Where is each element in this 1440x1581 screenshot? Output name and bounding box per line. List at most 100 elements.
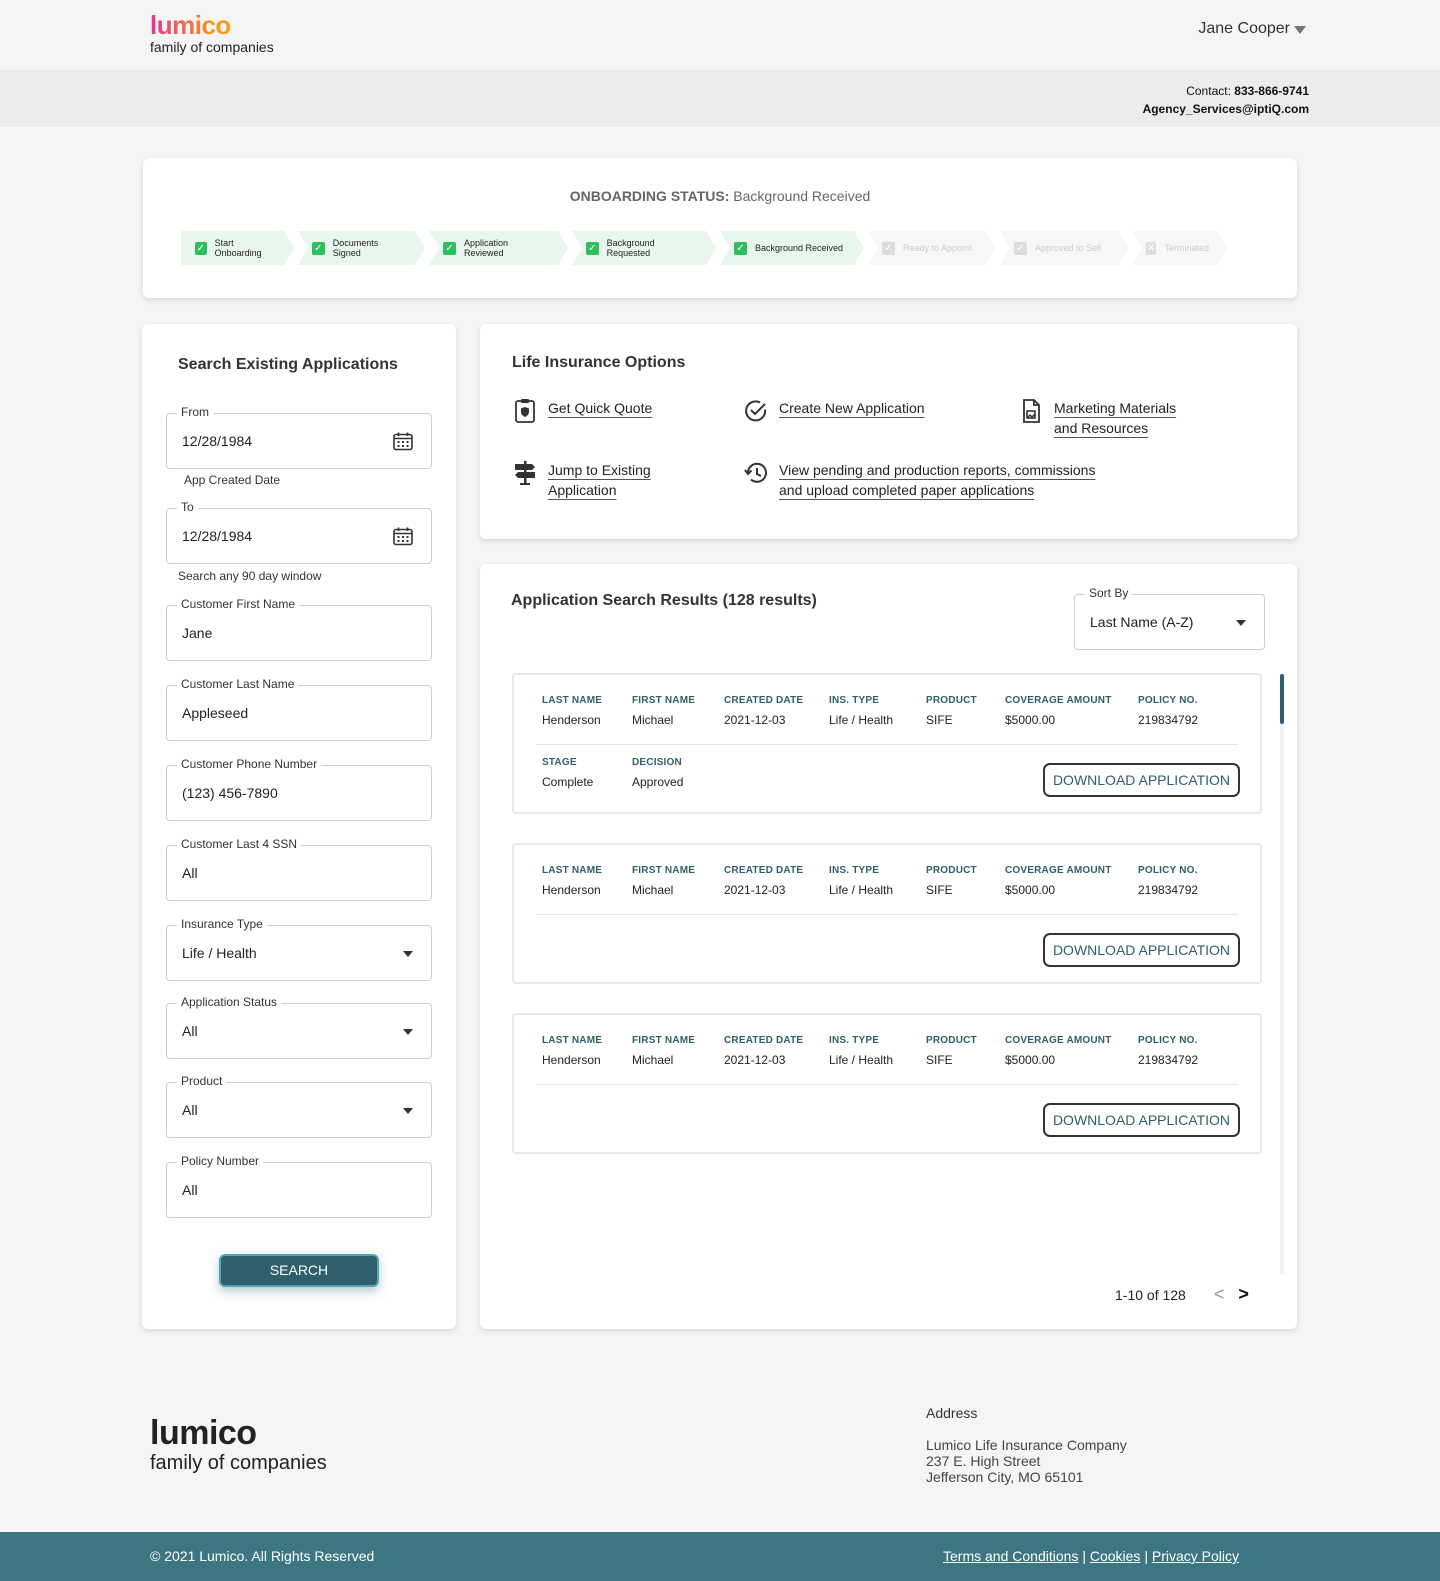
result-last-name: Henderson	[542, 713, 601, 727]
check-icon: ✓	[882, 242, 895, 255]
footer-logo-subtitle: family of companies	[150, 1452, 327, 1474]
step-background-received: ✓ Background Received	[720, 231, 864, 265]
result-first-name: Michael	[632, 713, 674, 727]
step-documents-signed: ✓ Documents Signed	[298, 231, 425, 265]
contact-email[interactable]: Agency_Services@iptiQ.com	[1143, 102, 1309, 116]
get-quick-quote-link[interactable]: Get Quick Quote	[512, 398, 652, 424]
marketing-materials-link[interactable]: Marketing Materials and Resources	[1018, 398, 1176, 438]
prev-page-button[interactable]: <	[1214, 1284, 1225, 1305]
check-icon: ✓	[586, 242, 599, 255]
download-application-button[interactable]: DOWNLOAD APPLICATION	[1043, 763, 1240, 797]
ssn-field[interactable]: Customer Last 4 SSN All	[166, 837, 432, 901]
check-icon: ✓	[443, 242, 456, 255]
onboarding-status-card: ONBOARDING STATUS: Background Received ✓…	[143, 158, 1297, 298]
result-first-name: Michael	[632, 883, 674, 897]
calendar-icon[interactable]	[393, 432, 413, 451]
top-header: lumico family of companies Jane Cooper	[0, 0, 1440, 70]
address-line: 237 E. High Street	[926, 1453, 1041, 1469]
results-scrollbar[interactable]	[1280, 674, 1284, 1274]
footer-links: Terms and Conditions | Cookies | Privacy…	[943, 1548, 1239, 1564]
check-circle-icon	[745, 400, 767, 422]
result-product: SIFE	[926, 1053, 953, 1067]
check-icon: ✓	[1014, 242, 1027, 255]
result-product: SIFE	[926, 713, 953, 727]
from-helper-text: App Created Date	[184, 473, 281, 487]
user-name: Jane Cooper	[1198, 20, 1290, 37]
footer-logo[interactable]: lumico family of companies	[150, 1416, 327, 1475]
cookies-link[interactable]: Cookies	[1090, 1548, 1141, 1564]
application-status-select[interactable]: Application Status All	[166, 995, 432, 1059]
history-icon	[744, 462, 767, 483]
onboarding-status-title: ONBOARDING STATUS: Background Received	[569, 188, 871, 204]
to-date-field[interactable]: To 12/28/1984	[166, 500, 432, 564]
dropdown-arrow-icon	[1236, 620, 1246, 626]
lumico-logo[interactable]: lumico family of companies	[150, 12, 274, 55]
copyright-text: © 2021 Lumico. All Rights Reserved	[150, 1548, 375, 1564]
life-insurance-options-card: Life Insurance Options Get Quick Quote C…	[480, 324, 1297, 539]
download-application-button[interactable]: DOWNLOAD APPLICATION	[1043, 1103, 1240, 1137]
dropdown-arrow-icon	[403, 1108, 413, 1114]
step-start-onboarding: ✓ Start Onboarding	[181, 231, 294, 265]
download-application-button[interactable]: DOWNLOAD APPLICATION	[1043, 933, 1240, 967]
footer-logo-brand: lumico	[150, 1414, 257, 1452]
pagination: 1-10 of 128 < >	[1115, 1284, 1249, 1305]
onboarding-steps: ✓ Start Onboarding ✓ Documents Signed ✓ App…	[181, 231, 1231, 265]
clipboard-shield-icon	[515, 399, 535, 423]
terms-link[interactable]: Terms and Conditions	[943, 1548, 1078, 1564]
check-icon: ✓	[312, 242, 325, 255]
result-last-name: Henderson	[542, 1053, 601, 1067]
product-select[interactable]: Product All	[166, 1074, 432, 1138]
privacy-link[interactable]: Privacy Policy	[1152, 1548, 1239, 1564]
footer-address: Address Lumico Life Insurance Company 23…	[926, 1405, 1127, 1485]
signpost-icon	[515, 461, 535, 485]
scrollbar-thumb[interactable]	[1280, 674, 1284, 724]
contact-phone[interactable]: 833-866-9741	[1234, 84, 1309, 98]
result-coverage: $5000.00	[1005, 713, 1056, 727]
sort-by-select[interactable]: Sort By Last Name (A-Z)	[1074, 586, 1265, 650]
bottom-bar: © 2021 Lumico. All Rights Reserved Terms…	[0, 1532, 1440, 1581]
policy-number-field[interactable]: Policy Number All	[166, 1154, 432, 1218]
result-ins-type: Life / Health	[829, 713, 894, 727]
dropdown-arrow-icon	[403, 951, 413, 957]
result-product: SIFE	[926, 883, 953, 897]
result-coverage: $5000.00	[1005, 883, 1056, 897]
results-title: Application Search Results (128 results)	[511, 592, 817, 609]
user-menu[interactable]: Jane Cooper	[1198, 20, 1306, 38]
jump-to-existing-application-link[interactable]: Jump to Existing Application	[512, 460, 651, 500]
check-icon: ✓	[734, 242, 747, 255]
step-background-requested: ✓ Background Requested	[572, 231, 716, 265]
search-applications-card: Search Existing Applications From 12/28/…	[142, 324, 456, 1329]
onboarding-status-value: Background Received	[733, 188, 871, 204]
result-policy-no: 219834792	[1138, 713, 1199, 727]
application-search-results-card: Application Search Results (128 results)…	[480, 564, 1297, 1329]
view-reports-link[interactable]: View pending and production reports, com…	[743, 460, 1095, 500]
search-card-title: Search Existing Applications	[178, 356, 398, 373]
result-last-name: Henderson	[542, 883, 601, 897]
from-date-field[interactable]: From 12/28/1984	[166, 405, 432, 469]
step-terminated: ✕ Terminated	[1132, 231, 1227, 265]
insurance-type-select[interactable]: Insurance Type Life / Health	[166, 917, 432, 981]
step-approved-to-sell: ✓ Approved to Sell	[1000, 231, 1128, 265]
result-policy-no: 219834792	[1138, 883, 1199, 897]
calendar-icon[interactable]	[393, 527, 413, 546]
pagination-range: 1-10 of 128	[1115, 1286, 1186, 1303]
result-created-date: 2021-12-03	[724, 1053, 786, 1067]
result-created-date: 2021-12-03	[724, 883, 786, 897]
to-helper-text: Search any 90 day window	[178, 569, 322, 583]
result-created-date: 2021-12-03	[724, 713, 786, 727]
result-card: LAST NAME Henderson FIRST NAME Michael CRE…	[512, 1013, 1262, 1154]
next-page-button[interactable]: >	[1238, 1284, 1249, 1305]
result-ins-type: Life / Health	[829, 883, 894, 897]
options-title: Life Insurance Options	[512, 354, 686, 371]
phone-field[interactable]: Customer Phone Number (123) 456-7890	[166, 757, 432, 821]
close-icon: ✕	[1147, 242, 1156, 254]
address-line: Jefferson City, MO 65101	[926, 1469, 1084, 1485]
search-button[interactable]: SEARCH	[219, 1254, 379, 1287]
first-name-field[interactable]: Customer First Name Jane	[166, 597, 432, 661]
last-name-field[interactable]: Customer Last Name Appleseed	[166, 677, 432, 741]
result-stage: Complete	[542, 775, 594, 789]
step-ready-to-appoint: ✓ Ready to Appoint	[868, 231, 996, 265]
result-first-name: Michael	[632, 1053, 674, 1067]
create-new-application-link[interactable]: Create New Application	[743, 398, 925, 424]
dropdown-arrow-icon	[403, 1029, 413, 1035]
